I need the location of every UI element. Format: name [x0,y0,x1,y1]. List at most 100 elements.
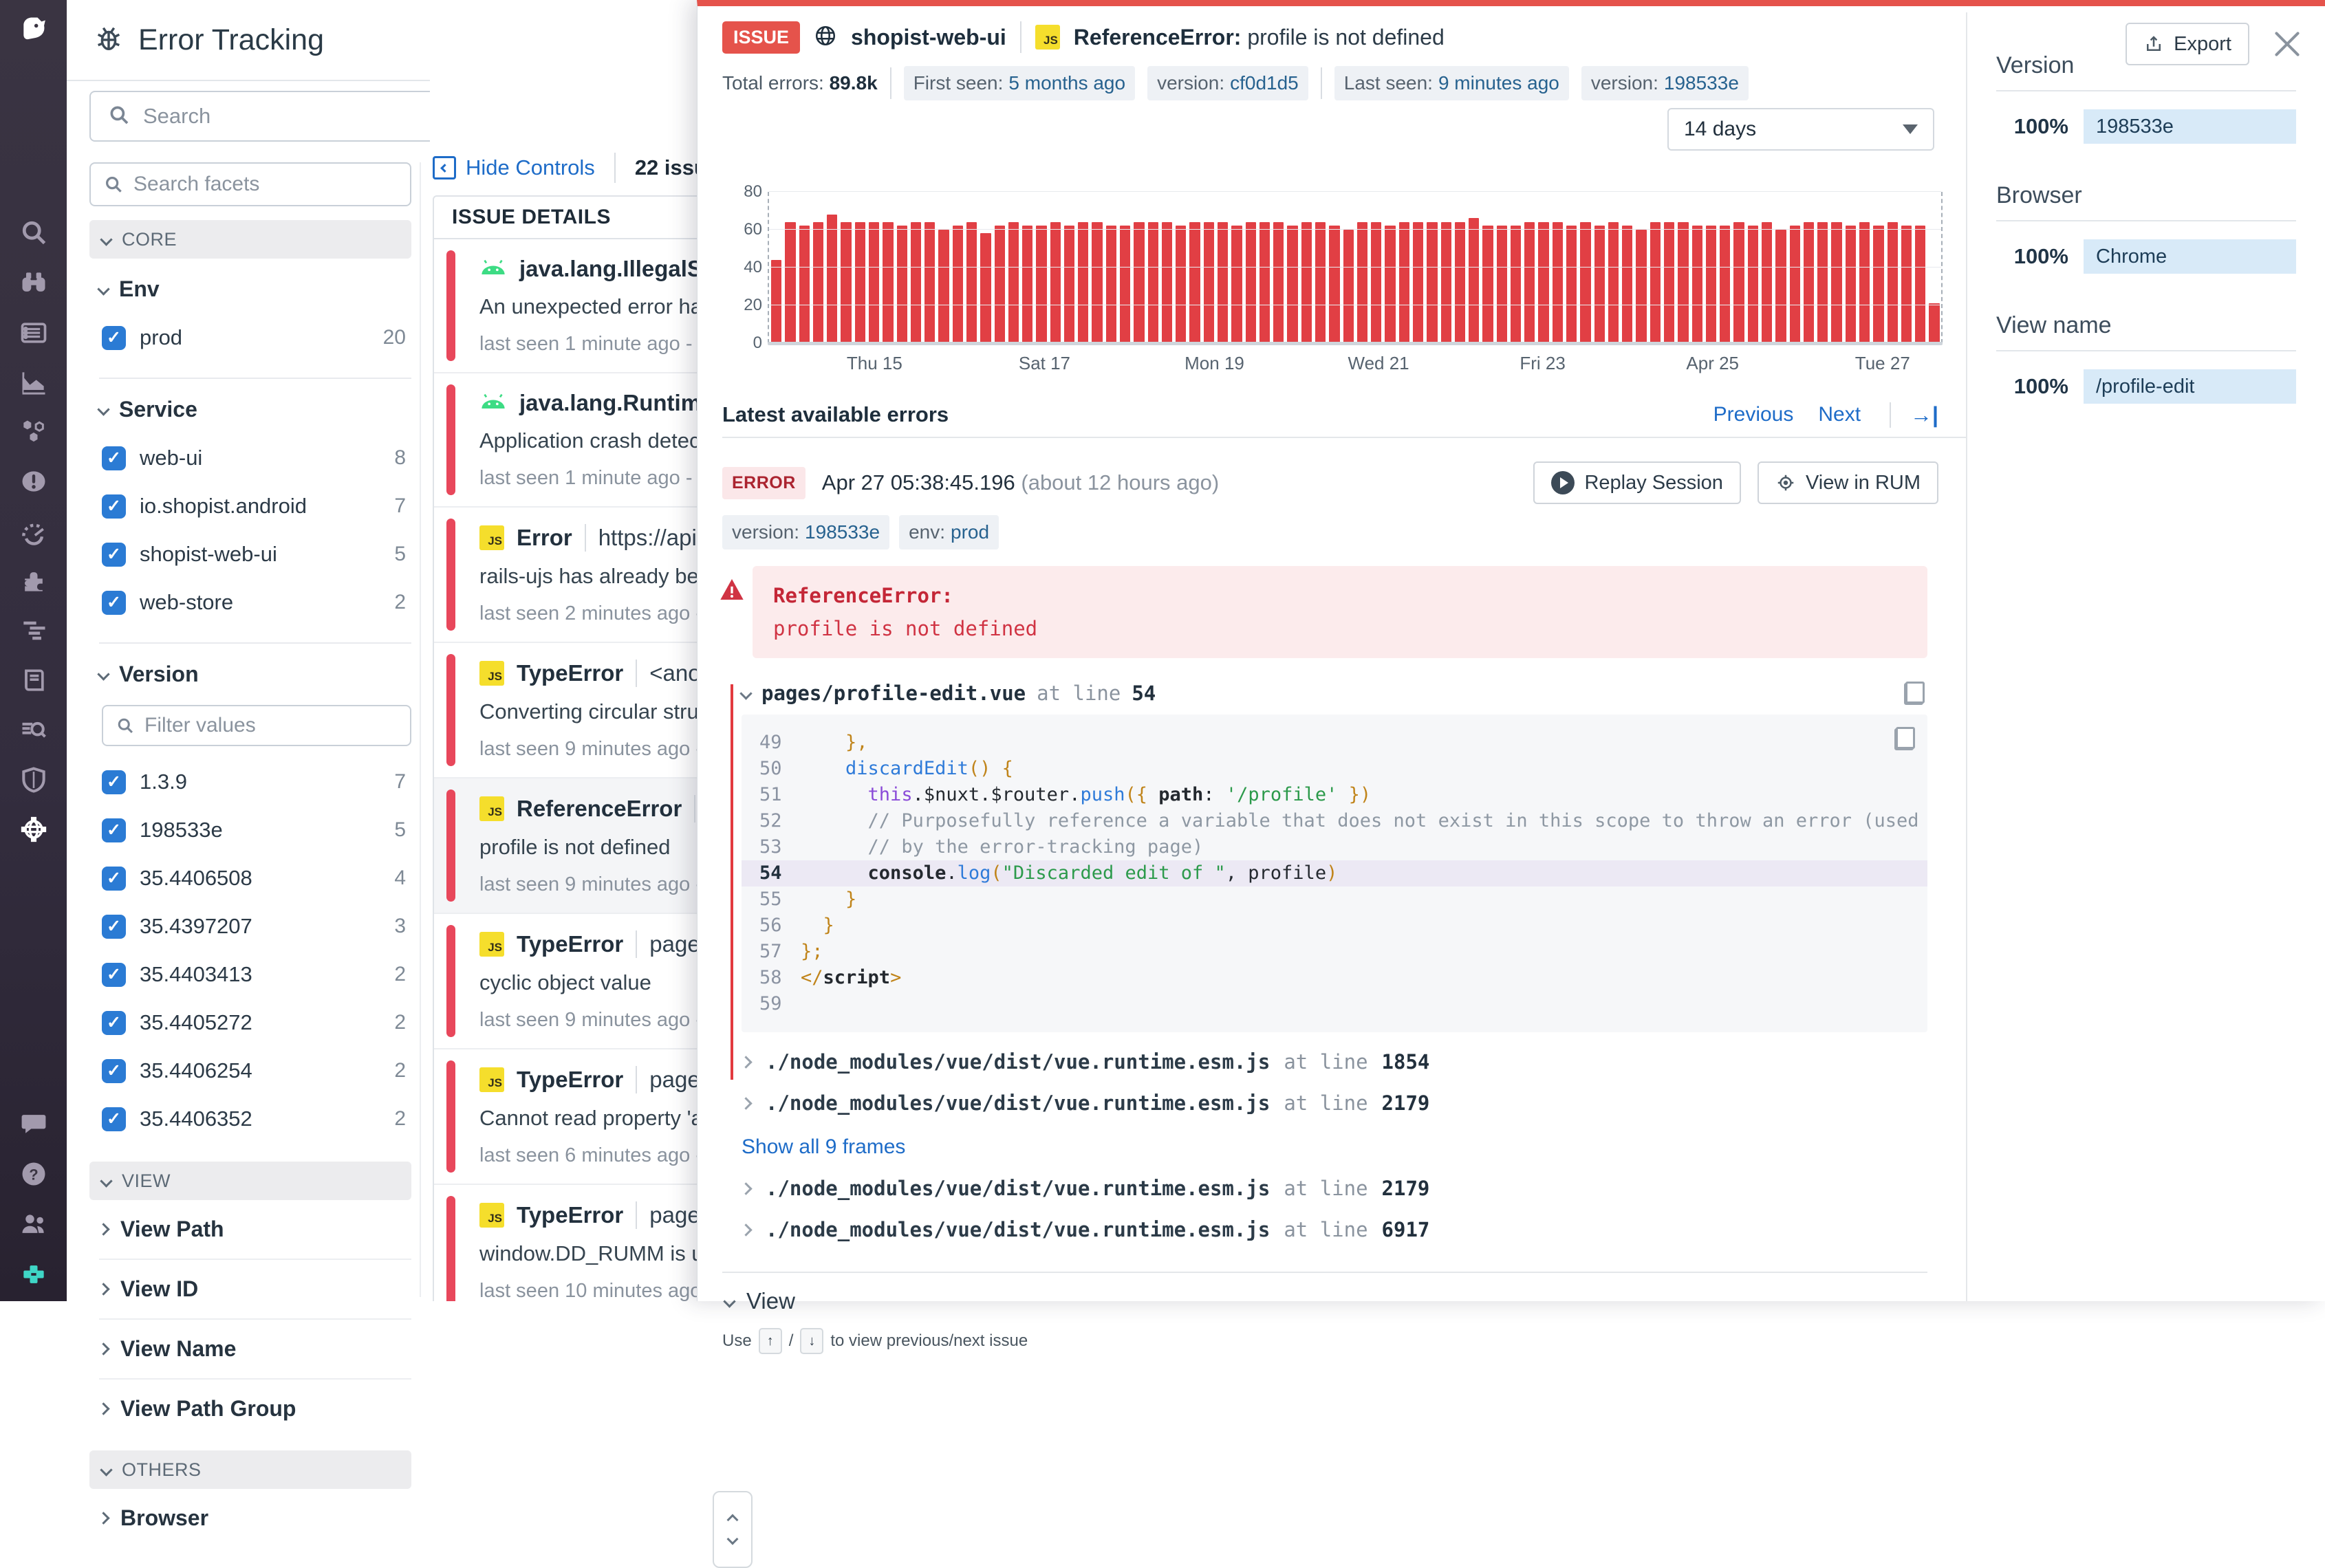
facet-item-label[interactable]: 35.4397207 [140,914,380,939]
chart-bar[interactable] [1455,222,1465,343]
facet-collapsed-item[interactable]: View Path [99,1200,411,1259]
replay-session-button[interactable]: Replay Session [1533,461,1741,504]
time-range-select[interactable]: 14 days [1667,108,1934,151]
chart-bar[interactable] [1413,222,1423,343]
chart-bar[interactable] [1720,226,1730,343]
chart-bar[interactable] [1566,226,1577,343]
chart-bar[interactable] [1580,222,1590,343]
apm-icon[interactable] [0,512,67,550]
chart-bar[interactable] [799,226,810,343]
chart-bar[interactable] [1762,222,1772,343]
chart-bar[interactable] [1817,222,1828,343]
security-icon[interactable] [0,761,67,799]
chart-bar[interactable] [1357,222,1367,343]
last-seen-chip[interactable]: Last seen:9 minutes ago [1334,66,1569,100]
chart-bar[interactable] [1804,222,1814,343]
chart-bar[interactable] [1524,222,1535,343]
facet-group-others[interactable]: OTHERS [89,1450,411,1489]
view-section-header[interactable]: View [725,1288,1966,1314]
copy-icon[interactable] [1904,682,1925,705]
attribute-row[interactable]: 100%/profile-edit [1996,369,2296,404]
chart-bar[interactable] [1287,226,1297,343]
chart-bar[interactable] [1008,222,1019,343]
chart-bar[interactable] [1189,222,1200,343]
chart-bar[interactable] [1148,222,1158,343]
chart-bar[interactable] [1859,222,1870,343]
chart-bar[interactable] [1888,222,1898,343]
export-button[interactable]: Export [2126,23,2249,65]
dashboards-icon[interactable] [0,314,67,352]
stack-frame-collapsed[interactable]: ./node_modules/vue/dist/vue.runtime.esm.… [742,1050,1966,1074]
chart-bar[interactable] [1678,222,1688,343]
chart-bar[interactable] [1036,226,1046,343]
notebooks-icon[interactable] [0,662,67,700]
checkbox-checked[interactable]: ✓ [102,446,126,470]
checkbox-checked[interactable]: ✓ [102,1107,126,1131]
chart-bar[interactable] [1831,222,1841,343]
checkbox-checked[interactable]: ✓ [102,963,126,987]
last-version-chip[interactable]: version:198533e [1581,66,1749,100]
facet-group-core[interactable]: CORE [89,220,411,259]
chart-bar[interactable] [1301,222,1312,343]
chart-bar[interactable] [883,222,893,343]
checkbox-checked[interactable]: ✓ [102,494,126,519]
hide-controls-button[interactable]: Hide Controls [433,155,595,180]
checkbox-checked[interactable]: ✓ [102,818,126,842]
chart-bar[interactable] [1106,226,1116,343]
chart-bar[interactable] [1594,226,1605,343]
chart-bar[interactable] [995,226,1005,343]
facet-item-label[interactable]: 35.4406508 [140,866,380,891]
chart-bar[interactable] [1497,226,1507,343]
facet-item-label[interactable]: prod [140,325,369,350]
search-icon[interactable] [0,213,67,252]
facet-env-header[interactable]: Env [99,276,411,302]
chart-bar[interactable] [1873,226,1883,343]
chart-bar[interactable] [966,222,977,343]
stack-frame-collapsed[interactable]: ./node_modules/vue/dist/vue.runtime.esm.… [742,1177,1966,1200]
chart-bar[interactable] [1231,226,1242,343]
chart-bar[interactable] [911,222,921,343]
chart-bar[interactable] [827,215,837,343]
chart-bar[interactable] [1664,222,1674,343]
chart-bar[interactable] [1259,222,1270,343]
facet-service-header[interactable]: Service [99,397,411,422]
chart-bar[interactable] [938,230,949,343]
chart-bar[interactable] [771,260,781,343]
chart-bar[interactable] [1246,222,1256,343]
attribute-row[interactable]: 100%Chrome [1996,239,2296,274]
chart-bar[interactable] [1204,222,1214,343]
chart-bar[interactable] [924,222,935,343]
facet-item-label[interactable]: 35.4405272 [140,1010,380,1035]
facet-collapsed-item[interactable]: Browser [99,1489,411,1547]
chart-bar[interactable] [1733,222,1744,343]
checkbox-checked[interactable]: ✓ [102,591,126,615]
chart-bar[interactable] [1636,230,1646,343]
facet-item-label[interactable]: web-store [140,590,380,615]
chart-bar[interactable] [980,233,991,343]
chart-bar[interactable] [1622,226,1632,343]
attribute-row[interactable]: 100%198533e [1996,109,2296,144]
chart-bar[interactable] [1273,222,1284,343]
expand-frames-button[interactable] [713,1491,753,1568]
monitors-icon[interactable] [0,462,67,501]
show-all-frames-link[interactable]: Show all 9 frames [742,1135,1966,1159]
chart-bar[interactable] [953,226,963,343]
chart-bar[interactable] [1050,222,1061,343]
chart-bar[interactable] [1692,226,1702,343]
chart-bar[interactable] [1064,226,1074,343]
first-version-chip[interactable]: version:cf0d1d5 [1147,66,1308,100]
chart-bar[interactable] [1915,226,1925,343]
chart-bar[interactable] [1553,222,1563,343]
chart-bar[interactable] [1120,226,1130,343]
chart-bar[interactable] [1790,226,1800,343]
checkbox-checked[interactable]: ✓ [102,543,126,567]
chart-bar[interactable] [1022,226,1032,343]
checkbox-checked[interactable]: ✓ [102,326,126,350]
view-in-rum-button[interactable]: View in RUM [1758,461,1938,504]
chart-bar[interactable] [1441,222,1451,343]
facet-collapsed-item[interactable]: View ID [99,1259,411,1318]
chart-bar[interactable] [813,222,823,343]
chart-bar[interactable] [1385,226,1395,343]
facet-collapsed-item[interactable]: View Path Group [99,1378,411,1438]
facet-item-label[interactable]: 35.4403413 [140,962,380,987]
